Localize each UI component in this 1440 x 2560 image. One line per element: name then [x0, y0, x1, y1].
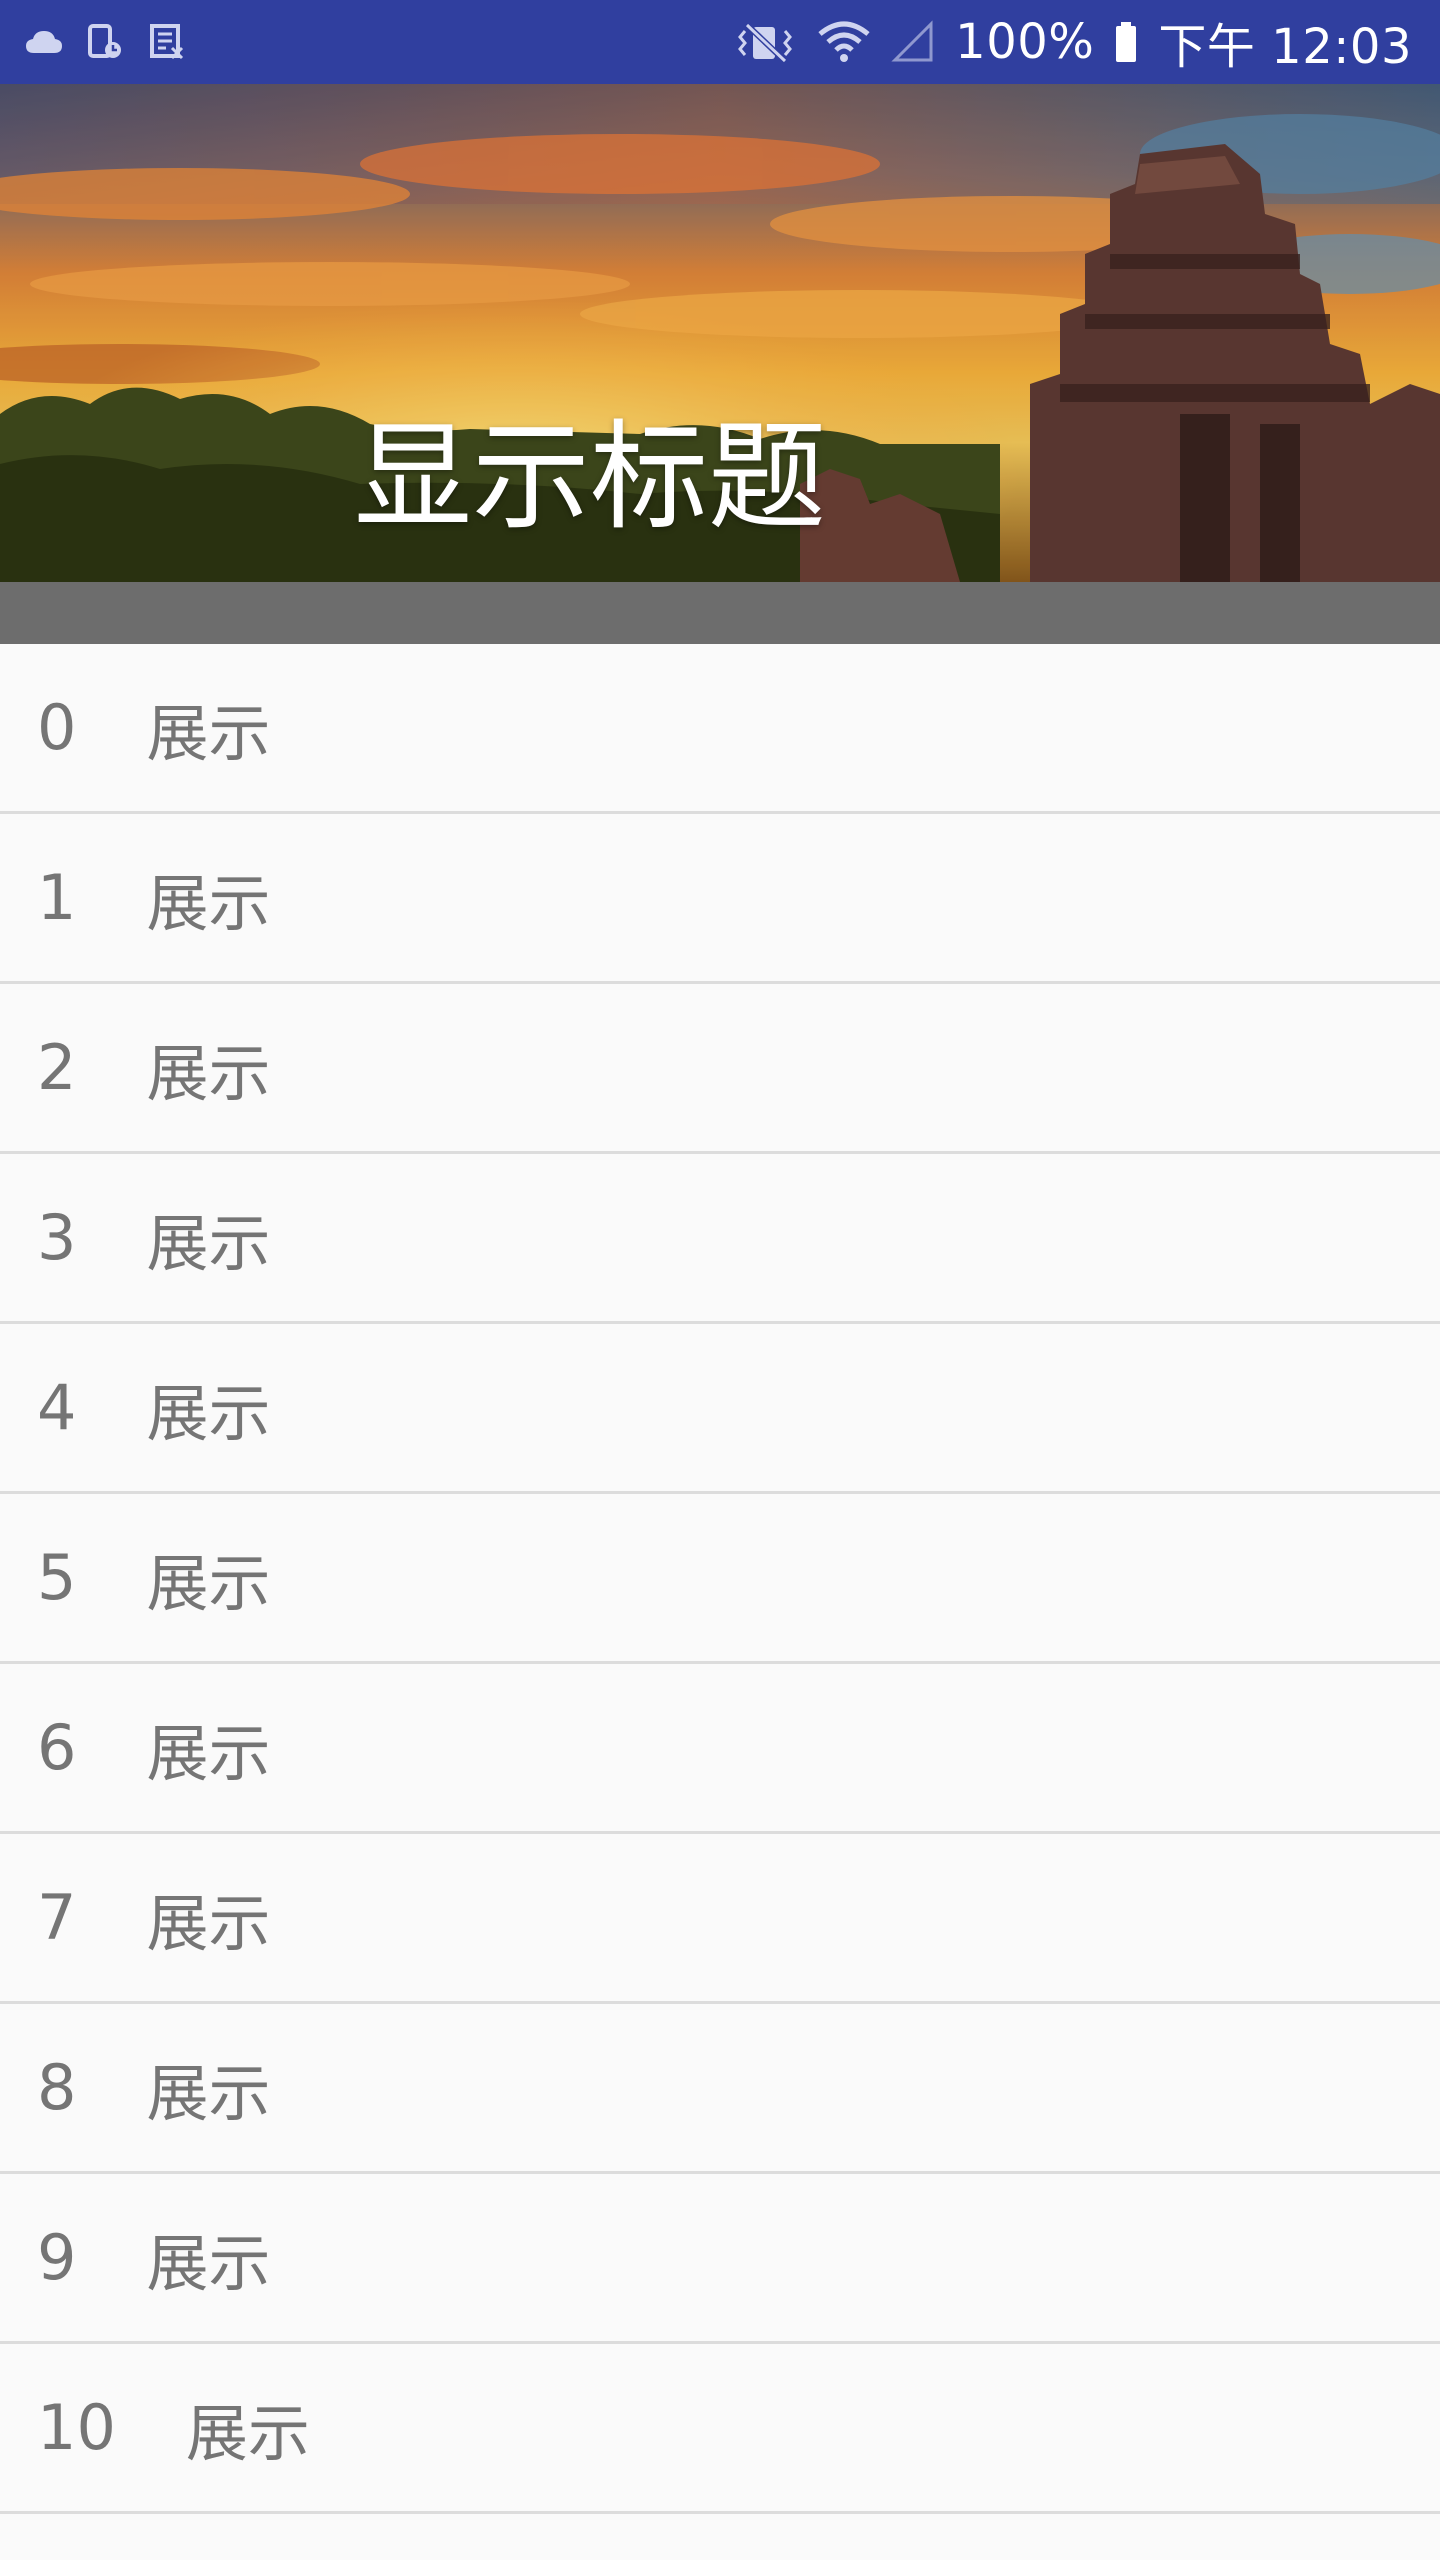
item-label: 展示 [146, 1546, 271, 1620]
item-index: 7 [37, 1881, 77, 1954]
item-label: 展示 [146, 1716, 271, 1790]
item-label: 展示 [146, 1376, 271, 1450]
list-item[interactable]: 9 展示 [0, 2174, 1440, 2344]
list-item[interactable]: 7 展示 [0, 1834, 1440, 2004]
item-index: 10 [37, 2391, 116, 2464]
list-item[interactable]: 10 展示 [0, 2344, 1440, 2514]
item-label: 展示 [185, 2396, 310, 2470]
item-label: 展示 [146, 1036, 271, 1110]
item-index: 8 [37, 2051, 77, 2124]
item-label: 展示 [146, 1886, 271, 1960]
clock: 下午 12:03 [1158, 19, 1412, 75]
item-label: 展示 [146, 2226, 271, 2300]
list-item[interactable]: 5 展示 [0, 1494, 1440, 1664]
item-index: 5 [37, 1541, 77, 1614]
list-item[interactable]: 2 展示 [0, 984, 1440, 1154]
item-label: 展示 [146, 866, 271, 940]
item-index: 4 [37, 1371, 77, 1444]
status-bar-left [24, 22, 188, 62]
battery-percent: 100% [955, 14, 1095, 70]
wifi-icon [817, 20, 871, 64]
item-label: 展示 [146, 696, 271, 770]
screenshot-icon [148, 22, 188, 62]
item-index: 6 [37, 1711, 77, 1784]
item-label: 展示 [146, 1206, 271, 1280]
cloud-icon [24, 27, 64, 57]
list-item[interactable]: 0 展示 [0, 644, 1440, 814]
item-index: 1 [37, 861, 77, 934]
list-item[interactable]: 8 展示 [0, 2004, 1440, 2174]
header-title: 显示标题 [354, 408, 827, 546]
status-bar: 100% 下午 12:03 [0, 0, 1440, 84]
item-list[interactable]: 0 展示 1 展示 2 展示 3 展示 4 展示 5 展示 6 展示 7 展示 … [0, 644, 1440, 2514]
item-index: 3 [37, 1201, 77, 1274]
status-bar-right: 100% 下午 12:03 [733, 7, 1412, 77]
list-item[interactable]: 6 展示 [0, 1664, 1440, 1834]
item-label: 展示 [146, 2056, 271, 2130]
list-item[interactable]: 1 展示 [0, 814, 1440, 984]
sim-card-icon [86, 22, 126, 62]
list-item[interactable]: 3 展示 [0, 1154, 1440, 1324]
item-index: 0 [37, 691, 77, 764]
vibrate-icon [733, 21, 797, 63]
list-item[interactable]: 4 展示 [0, 1324, 1440, 1494]
item-index: 2 [37, 1031, 77, 1104]
item-index: 9 [37, 2221, 77, 2294]
signal-icon [891, 20, 935, 64]
header-divider-band [0, 582, 1440, 644]
battery-icon [1114, 20, 1138, 64]
header-banner: 显示标题 [0, 84, 1440, 582]
